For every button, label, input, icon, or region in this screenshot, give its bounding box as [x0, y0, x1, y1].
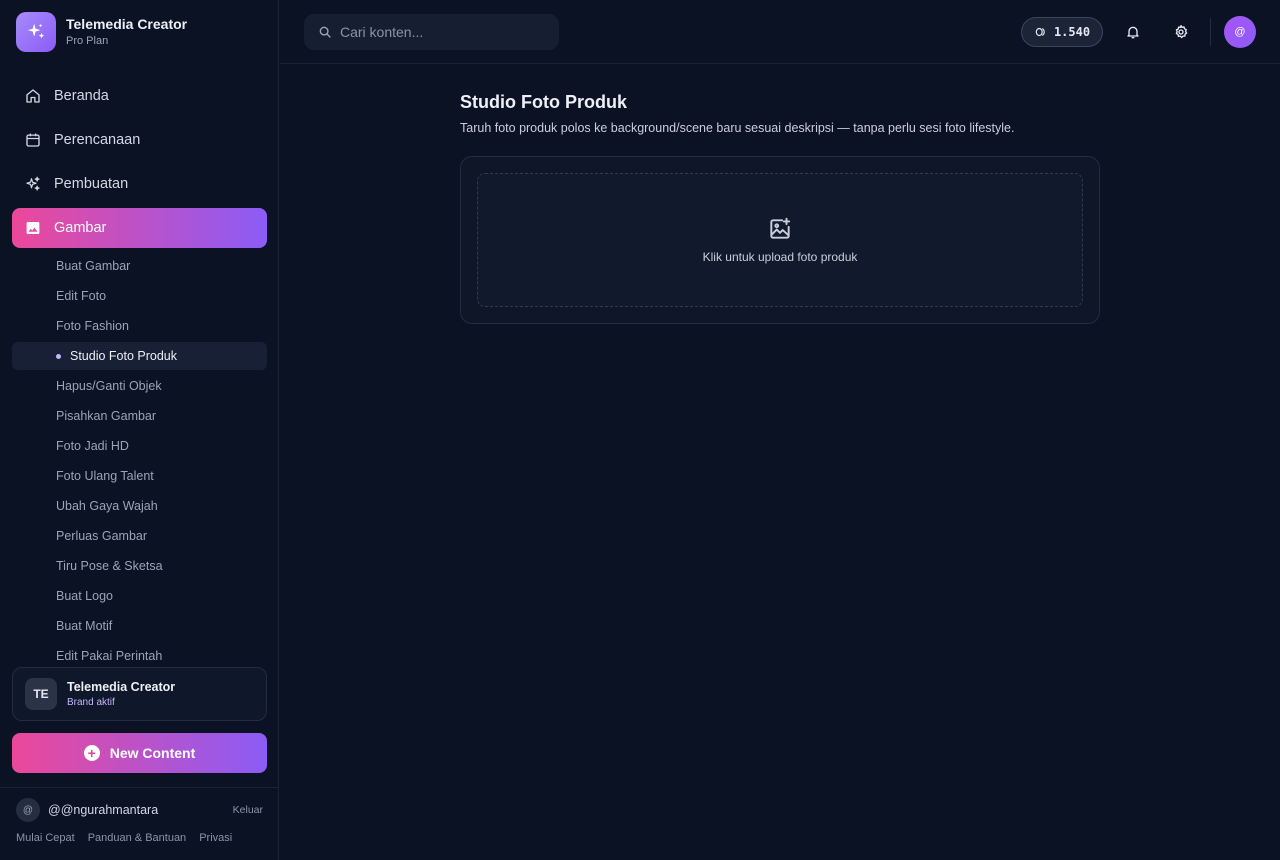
active-brand-card[interactable]: TE Telemedia Creator Brand aktif: [12, 667, 267, 721]
brand-avatar: TE: [25, 678, 57, 710]
nav-item-pembuatan[interactable]: Pembuatan: [12, 164, 267, 204]
subnav-item-foto-fashion[interactable]: Foto Fashion: [12, 312, 267, 340]
user-avatar[interactable]: @: [16, 798, 40, 822]
search-input[interactable]: [340, 24, 540, 40]
sidebar: Telemedia Creator Pro Plan Beranda Peren…: [0, 0, 279, 860]
subnav-item-edit-pakai-perintah[interactable]: Edit Pakai Perintah: [12, 642, 267, 670]
new-content-label: New Content: [109, 745, 196, 761]
upload-card: Klik untuk upload foto produk: [460, 156, 1100, 324]
subnav-label: Tiru Pose & Sketsa: [56, 559, 163, 573]
brand-header[interactable]: Telemedia Creator Pro Plan: [16, 12, 187, 52]
search-icon: [319, 26, 331, 38]
topbar-divider: [1210, 18, 1211, 46]
nav-item-perencanaan[interactable]: Perencanaan: [12, 120, 267, 160]
footer-link-panduan[interactable]: Panduan & Bantuan: [88, 832, 186, 844]
subnav-item-hapus-ganti-objek[interactable]: Hapus/Ganti Objek: [12, 372, 267, 400]
sparkles-logo-icon: [16, 12, 56, 52]
credits-badge[interactable]: 1.540: [1021, 17, 1103, 47]
brand-plan: Pro Plan: [66, 35, 109, 47]
brand-title: Telemedia Creator: [66, 16, 188, 32]
subnav-label: Buat Gambar: [56, 259, 131, 273]
user-row: @ @@ngurahmantara Keluar: [16, 797, 263, 823]
upload-label: Klik untuk upload foto produk: [702, 250, 858, 264]
coins-icon: [1035, 27, 1045, 37]
subnav-item-foto-jadi-hd[interactable]: Foto Jadi HD: [12, 432, 267, 460]
bell-icon: [1127, 26, 1139, 39]
subnav-gambar: Buat Gambar Edit Foto Foto Fashion Studi…: [12, 252, 267, 670]
subnav-label: Ubah Gaya Wajah: [56, 499, 158, 513]
brand-card-subtitle: Brand aktif: [67, 697, 115, 708]
image-icon: [26, 222, 40, 234]
footer-link-privasi[interactable]: Privasi: [199, 832, 232, 844]
subnav-label: Pisahkan Gambar: [56, 409, 157, 423]
home-icon: [26, 89, 40, 103]
subnav-label: Edit Pakai Perintah: [56, 649, 163, 663]
subnav-label: Buat Logo: [56, 589, 113, 603]
nav-label: Pembuatan: [54, 176, 129, 192]
upload-dropzone[interactable]: Klik untuk upload foto produk: [477, 173, 1083, 307]
subnav-label: Perluas Gambar: [56, 529, 148, 543]
settings-button[interactable]: [1169, 20, 1193, 44]
plus-circle-icon: +: [83, 745, 100, 761]
subnav-label: Foto Fashion: [56, 319, 129, 333]
page-title: Studio Foto Produk: [460, 92, 627, 112]
nav-label: Beranda: [54, 88, 109, 104]
credits-value: 1.540: [1053, 25, 1091, 39]
subnav-item-tiru-pose-sketsa[interactable]: Tiru Pose & Sketsa: [12, 552, 267, 580]
footer-link-mulai-cepat[interactable]: Mulai Cepat: [16, 832, 75, 844]
subnav-label: Foto Ulang Talent: [56, 469, 154, 483]
topbar: 1.540 @: [280, 0, 1280, 64]
nav-item-gambar[interactable]: Gambar: [12, 208, 267, 248]
subnav-item-studio-foto-produk[interactable]: Studio Foto Produk: [12, 342, 267, 370]
subnav-item-perluas-gambar[interactable]: Perluas Gambar: [12, 522, 267, 550]
notifications-button[interactable]: [1121, 20, 1145, 44]
user-name: @@ngurahmantara: [48, 803, 159, 817]
subnav-label: Edit Foto: [56, 289, 107, 303]
nav-label: Perencanaan: [54, 132, 141, 148]
nav-label: Gambar: [54, 220, 107, 236]
main-nav: Beranda Perencanaan Pembuatan Gambar Bua…: [12, 76, 267, 672]
sidebar-divider: [0, 787, 279, 788]
logout-link[interactable]: Keluar: [233, 804, 263, 816]
search-bar[interactable]: [304, 14, 559, 50]
subnav-item-ubah-gaya-wajah[interactable]: Ubah Gaya Wajah: [12, 492, 267, 520]
subnav-item-buat-gambar[interactable]: Buat Gambar: [12, 252, 267, 280]
image-plus-icon: [770, 217, 791, 239]
gear-icon: [1175, 25, 1188, 39]
page-description: Taruh foto produk polos ke background/sc…: [460, 121, 1015, 135]
subnav-item-edit-foto[interactable]: Edit Foto: [12, 282, 267, 310]
subnav-item-pisahkan-gambar[interactable]: Pisahkan Gambar: [12, 402, 267, 430]
subnav-label: Buat Motif: [56, 619, 113, 633]
subnav-label: Hapus/Ganti Objek: [56, 379, 162, 393]
subnav-label: Studio Foto Produk: [70, 349, 178, 363]
subnav-item-buat-logo[interactable]: Buat Logo: [12, 582, 267, 610]
subnav-item-buat-motif[interactable]: Buat Motif: [12, 612, 267, 640]
nav-item-beranda[interactable]: Beranda: [12, 76, 267, 116]
sparkles-icon: [26, 176, 40, 191]
brand-card-title: Telemedia Creator: [67, 680, 176, 694]
profile-avatar[interactable]: @: [1224, 16, 1256, 48]
new-content-button[interactable]: + New Content: [12, 733, 267, 773]
footer-links: Mulai Cepat Panduan & Bantuan Privasi: [16, 832, 245, 844]
subnav-label: Foto Jadi HD: [56, 439, 129, 453]
calendar-icon: [26, 133, 40, 147]
subnav-item-foto-ulang-talent[interactable]: Foto Ulang Talent: [12, 462, 267, 490]
